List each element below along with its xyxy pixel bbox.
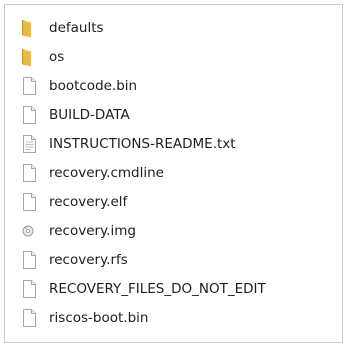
file-icon	[19, 104, 41, 126]
file-list-panel: defaults os bootcode.bin BUILD-DATA INST…	[4, 4, 343, 343]
file-name: BUILD-DATA	[49, 106, 130, 123]
list-item-recovery-rfs[interactable]: recovery.rfs	[19, 245, 266, 274]
file-icon	[19, 278, 41, 300]
file-name: INSTRUCTIONS-README.txt	[49, 135, 236, 152]
list-item-build-data[interactable]: BUILD-DATA	[19, 100, 266, 129]
file-name: recovery.cmdline	[49, 164, 164, 181]
file-icon	[19, 162, 41, 184]
text-file-icon	[19, 133, 41, 155]
list-item-os[interactable]: os	[19, 42, 266, 71]
file-name: riscos-boot.bin	[49, 309, 149, 326]
list-item-defaults[interactable]: defaults	[19, 13, 266, 42]
file-name: RECOVERY_FILES_DO_NOT_EDIT	[49, 280, 266, 297]
file-icon	[19, 75, 41, 97]
file-icon	[19, 249, 41, 271]
list-item-recovery-elf[interactable]: recovery.elf	[19, 187, 266, 216]
file-list: defaults os bootcode.bin BUILD-DATA INST…	[19, 13, 266, 332]
disc-image-icon	[19, 220, 41, 242]
file-name: recovery.img	[49, 222, 136, 239]
list-item-recovery-cmdline[interactable]: recovery.cmdline	[19, 158, 266, 187]
folder-icon	[19, 46, 41, 68]
file-name: os	[49, 48, 65, 65]
folder-icon	[19, 17, 41, 39]
file-name: bootcode.bin	[49, 77, 138, 94]
list-item-bootcode-bin[interactable]: bootcode.bin	[19, 71, 266, 100]
file-name: recovery.elf	[49, 193, 128, 210]
list-item-instructions-readme-txt[interactable]: INSTRUCTIONS-README.txt	[19, 129, 266, 158]
list-item-recovery-img[interactable]: recovery.img	[19, 216, 266, 245]
list-item-riscos-boot-bin[interactable]: riscos-boot.bin	[19, 303, 266, 332]
file-name: recovery.rfs	[49, 251, 128, 268]
file-name: defaults	[49, 19, 104, 36]
file-icon	[19, 191, 41, 213]
list-item-recovery-files-do-not-edit[interactable]: RECOVERY_FILES_DO_NOT_EDIT	[19, 274, 266, 303]
file-icon	[19, 307, 41, 329]
